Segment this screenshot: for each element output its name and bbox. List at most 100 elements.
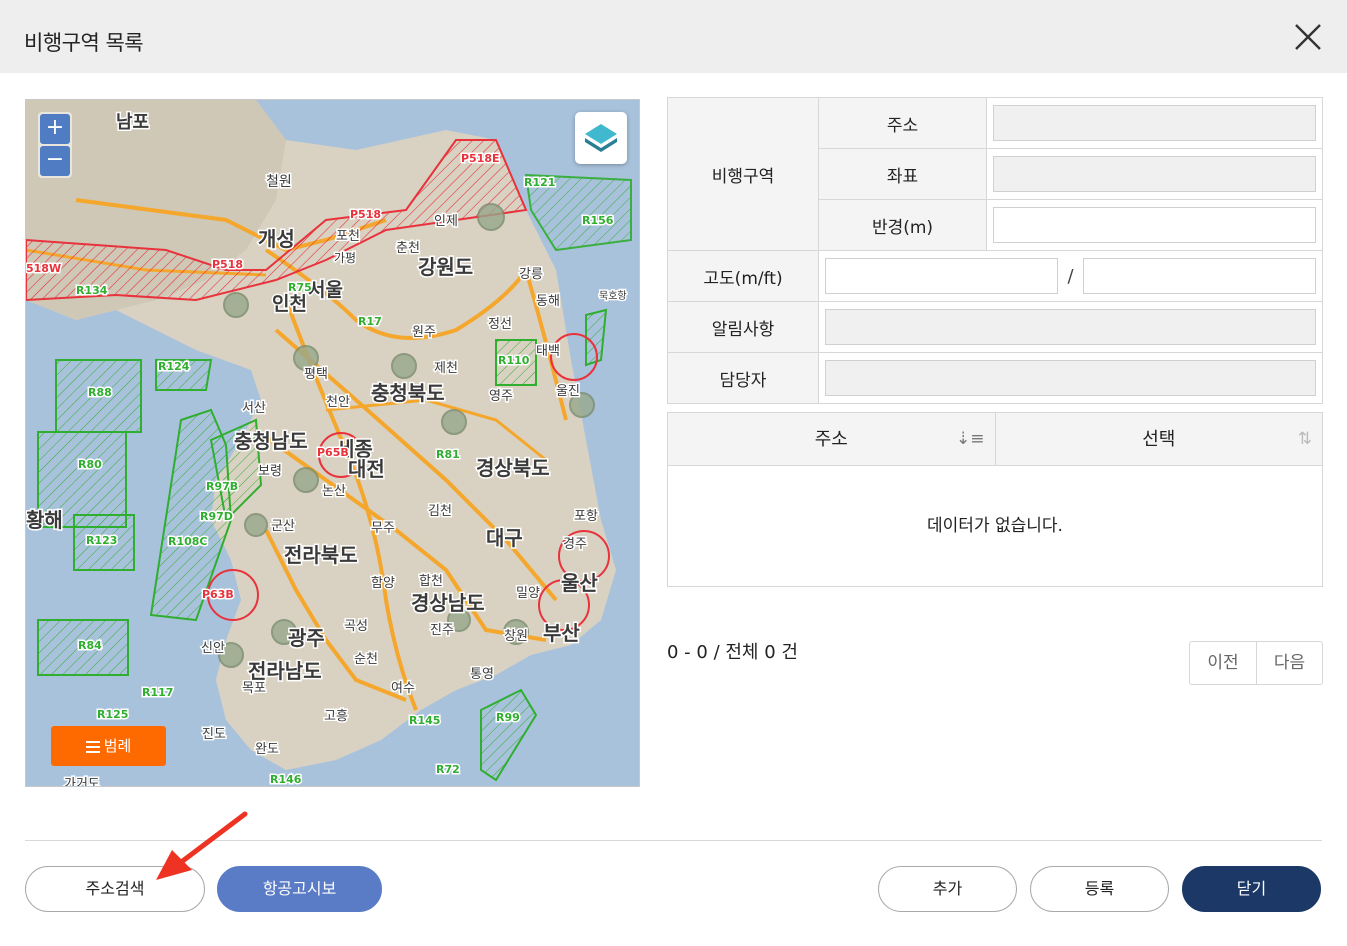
list-header: 주소 ⇣≡ 선택 ⇅ bbox=[668, 413, 1322, 466]
close-icon[interactable] bbox=[1291, 20, 1325, 54]
map-place-label: 진도 bbox=[202, 727, 226, 742]
airspace-zone-label[interactable]: P63B bbox=[201, 587, 236, 603]
map-place-label: 영주 bbox=[489, 389, 513, 404]
airspace-zone-label[interactable]: R123 bbox=[85, 533, 119, 549]
map-place-label: 철원 bbox=[266, 174, 292, 190]
map-canvas[interactable]: 남포철원개성 포천춘천 인제가평 강원도 강릉동해 인천서울원주 정선제천 태백영주 울진 평택천… bbox=[26, 100, 640, 787]
column-header-address-label: 주소 bbox=[814, 429, 848, 450]
layer-toggle-button[interactable] bbox=[575, 112, 627, 164]
airspace-zone-label[interactable]: R146 bbox=[269, 772, 304, 787]
map-place-label: 춘천 bbox=[396, 241, 420, 256]
map-place-label: 군산 bbox=[271, 519, 295, 534]
map-place-label: 경주 bbox=[563, 537, 587, 552]
airspace-zone-label[interactable]: R84 bbox=[77, 638, 104, 654]
altitude-separator: / bbox=[1067, 265, 1074, 287]
map-place-label: 통영 bbox=[470, 667, 494, 682]
register-button[interactable]: 등록 bbox=[1030, 866, 1169, 912]
map-place-label: 경상북도 bbox=[476, 456, 550, 480]
legend-button-label: 범례 bbox=[103, 737, 132, 755]
airspace-zone-label[interactable]: P65B bbox=[316, 445, 351, 461]
map-place-label: 인제 bbox=[434, 214, 458, 229]
map-place-label: 부산 bbox=[543, 621, 580, 645]
airspace-zone-label[interactable]: R97B bbox=[205, 479, 240, 495]
annotation-arrow-icon bbox=[156, 811, 248, 880]
map-place-label: 목포 bbox=[242, 681, 266, 696]
pagination: 이전 다음 bbox=[1189, 641, 1323, 685]
map-place-label: 제천 bbox=[434, 361, 458, 376]
zone-label: 비행구역 bbox=[667, 97, 819, 251]
map-place-label: 가평 bbox=[334, 251, 356, 265]
airspace-zone-label[interactable]: P518 bbox=[349, 207, 383, 223]
dialog-header: 비행구역 목록 bbox=[0, 0, 1347, 73]
airspace-zone-label[interactable]: 518W bbox=[26, 261, 63, 277]
airspace-zone-label[interactable]: R121 bbox=[523, 175, 557, 191]
add-button[interactable]: 추가 bbox=[878, 866, 1017, 912]
map-place-label: 김천 bbox=[428, 504, 452, 519]
map-place-label: 고흥 bbox=[324, 709, 348, 724]
map-place-label: 경상남도 bbox=[411, 591, 485, 615]
coord-label: 좌표 bbox=[818, 148, 987, 200]
radius-label: 반경(m) bbox=[818, 199, 987, 251]
zoom-out-button[interactable]: − bbox=[40, 146, 70, 176]
map-place-label: 곡성 bbox=[344, 619, 368, 634]
radius-input[interactable] bbox=[993, 207, 1316, 243]
airspace-zone-label[interactable]: P518 bbox=[211, 257, 245, 273]
notice-label: 알림사항 bbox=[667, 301, 819, 353]
empty-message: 데이터가 없습니다. bbox=[927, 516, 1063, 536]
map-place-label: 신안 bbox=[201, 641, 225, 656]
map-place-label: 태백 bbox=[536, 344, 560, 359]
altitude-m-input[interactable] bbox=[825, 258, 1058, 294]
airspace-zone-label[interactable]: R72 bbox=[435, 762, 462, 778]
column-header-address[interactable]: 주소 ⇣≡ bbox=[668, 413, 995, 465]
manager-label: 담당자 bbox=[667, 352, 819, 404]
airspace-zone-label[interactable]: P518E bbox=[460, 151, 502, 167]
airspace-zone-label[interactable]: R88 bbox=[87, 385, 114, 401]
map-place-label: 서울 bbox=[308, 279, 343, 301]
map-place-label: 황해 bbox=[26, 508, 63, 532]
map-place-label: 남포 bbox=[116, 112, 149, 133]
altitude-ft-input[interactable] bbox=[1083, 258, 1316, 294]
map-place-label: 대전 bbox=[348, 457, 385, 481]
map-place-label: 완도 bbox=[255, 742, 279, 757]
prev-page-button[interactable]: 이전 bbox=[1190, 642, 1256, 684]
airspace-zone-label[interactable]: R80 bbox=[77, 457, 104, 473]
zoom-in-button[interactable]: + bbox=[40, 114, 70, 144]
airspace-zone-label[interactable]: R81 bbox=[435, 447, 462, 463]
airspace-zone-label[interactable]: R110 bbox=[497, 353, 532, 369]
next-page-button[interactable]: 다음 bbox=[1256, 642, 1322, 684]
map-place-label: 강릉 bbox=[519, 267, 543, 282]
map-place-label: 밀양 bbox=[516, 586, 540, 601]
map-place-label: 함양 bbox=[371, 576, 395, 591]
legend-button[interactable]: 범례 bbox=[51, 726, 166, 766]
column-header-select[interactable]: 선택 ⇅ bbox=[994, 413, 1323, 465]
airspace-zone-label[interactable]: R145 bbox=[408, 713, 442, 729]
dialog-title: 비행구역 목록 bbox=[24, 31, 144, 55]
address-list-table: 주소 ⇣≡ 선택 ⇅ 데이터가 없습니다. bbox=[667, 412, 1323, 587]
map-view[interactable]: 남포 철원 개성 포천 춘천 인제 가평 강원도 강릉 동해 인천 서울 원주 정선 제천 태백 영주 울진 평택 천… bbox=[25, 99, 640, 787]
map-place-label: 보령 bbox=[258, 464, 282, 479]
airspace-zone-label[interactable]: R117 bbox=[141, 685, 175, 701]
airspace-zone-label[interactable]: R99 bbox=[495, 710, 522, 726]
airspace-zone-label[interactable]: R108C bbox=[167, 534, 210, 550]
airspace-zone-label[interactable]: R124 bbox=[157, 359, 192, 375]
map-place-label: 합천 bbox=[419, 574, 443, 589]
menu-icon bbox=[85, 740, 100, 753]
coord-field bbox=[993, 156, 1316, 192]
close-button[interactable]: 닫기 bbox=[1182, 866, 1321, 912]
map-place-label: 창원 bbox=[504, 629, 528, 644]
map-place-label: 동해 bbox=[536, 294, 560, 309]
map-place-label: 인천 bbox=[272, 293, 307, 315]
map-place-label: 서산 bbox=[242, 401, 266, 416]
layers-icon bbox=[585, 124, 617, 152]
paging-summary: 0 - 0 / 전체 0 건 bbox=[667, 642, 798, 663]
airspace-zone-label[interactable]: R125 bbox=[96, 707, 130, 723]
airspace-zone-label[interactable]: R97D bbox=[199, 509, 235, 525]
airspace-zone-label[interactable]: R17 bbox=[357, 314, 384, 330]
airspace-zone-label[interactable]: R75 bbox=[287, 280, 314, 296]
zone-info-table: 비행구역 주소 좌표 반경(m) 고도(m/ft) / 알림사항 담당자 bbox=[667, 97, 1323, 404]
address-field bbox=[993, 105, 1316, 141]
airspace-zone-label[interactable]: R134 bbox=[75, 283, 110, 299]
map-place-label: 진주 bbox=[430, 623, 454, 638]
map-place-label: 논산 bbox=[322, 484, 346, 499]
airspace-zone-label[interactable]: R156 bbox=[581, 213, 616, 229]
